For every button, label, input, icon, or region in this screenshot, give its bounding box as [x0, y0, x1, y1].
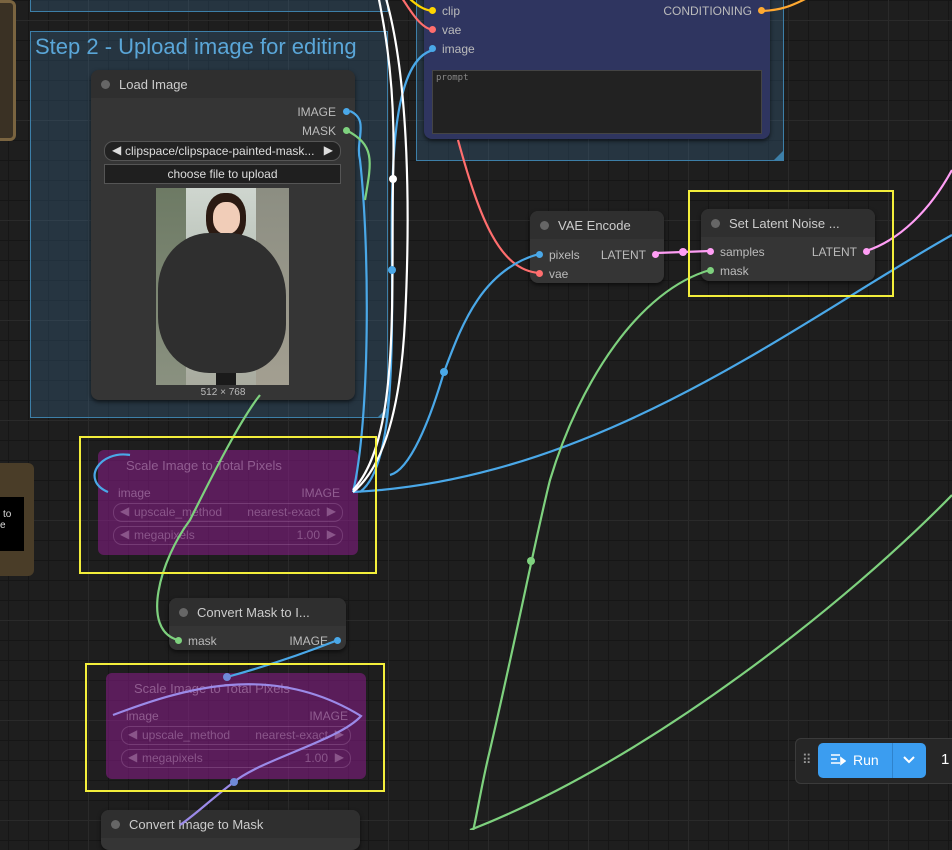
- run-label: Run: [853, 752, 879, 768]
- run-button[interactable]: Run: [818, 743, 926, 778]
- pixels-link-blue: [389, 252, 540, 477]
- drag-handle-icon[interactable]: ⠿: [802, 752, 812, 768]
- conditioning-link: [761, 0, 806, 13]
- run-dropdown-divider: [892, 743, 893, 778]
- reroute-dot-blue-2: [440, 368, 448, 376]
- run-queue-icon: [831, 754, 846, 766]
- mask-link-green-2: [472, 268, 711, 830]
- highlight-box-scale-image-1: [79, 436, 377, 574]
- reroute-dot-white: [389, 175, 397, 183]
- reroute-dot-green: [527, 557, 535, 565]
- image-link-blue-1: [359, 48, 434, 493]
- image-link-white-2: [352, 0, 409, 493]
- reroute-dot-blue-1: [388, 266, 396, 274]
- image-link-blue-2: [349, 109, 368, 493]
- reroute-dot-pink: [679, 248, 687, 256]
- chevron-down-icon[interactable]: [902, 755, 916, 765]
- batch-count-input[interactable]: 1: [941, 751, 949, 768]
- run-toolbar[interactable]: ⠿ Run 1: [795, 738, 952, 784]
- highlight-box-set-latent-noise: [688, 190, 894, 297]
- highlight-box-scale-image-2: [85, 663, 385, 792]
- vae-link-red: [456, 139, 540, 275]
- mask-link-green-1: [345, 129, 371, 201]
